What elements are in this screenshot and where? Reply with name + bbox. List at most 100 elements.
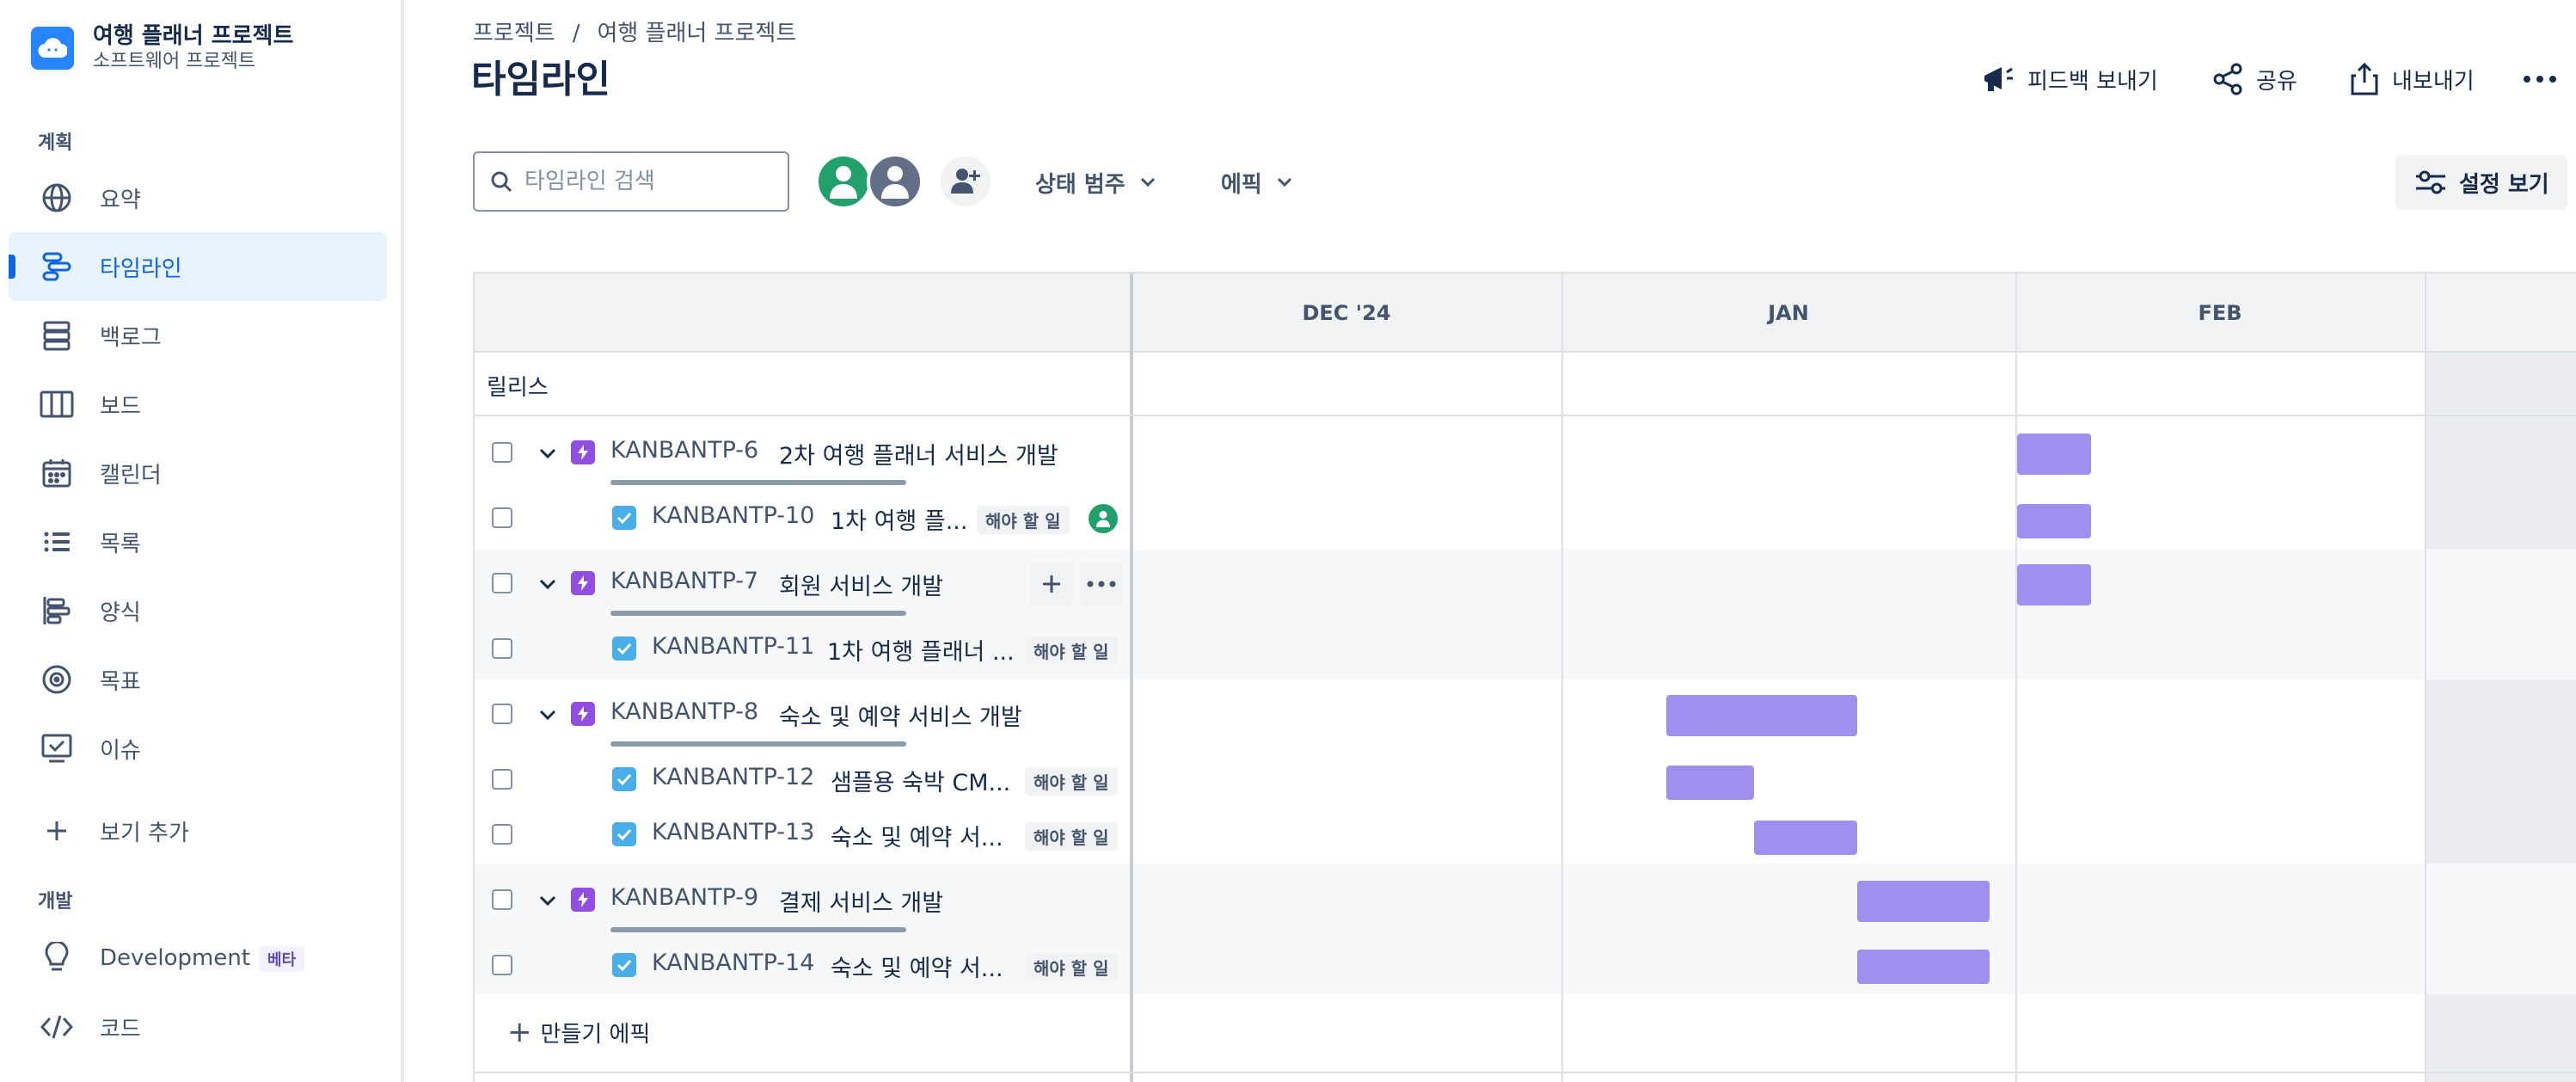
view-settings-button[interactable]: 설정 보기 — [2395, 155, 2567, 210]
task-icon — [612, 953, 636, 977]
chevron-down-icon[interactable] — [538, 578, 557, 590]
timeline-bar-kanbantp-14[interactable] — [1857, 950, 1990, 984]
issue-key[interactable]: KANBANTP-7 — [610, 568, 758, 594]
more-icon — [1087, 581, 1116, 587]
timeline-bar-kanbantp-7[interactable] — [2017, 564, 2091, 606]
row-checkbox[interactable] — [492, 955, 512, 975]
chevron-down-icon[interactable] — [538, 894, 557, 907]
month-gridline — [2425, 274, 2426, 1082]
sidebar-item-backlog[interactable]: 백로그 — [9, 301, 387, 370]
breadcrumb-projects[interactable]: 프로젝트 — [473, 21, 555, 46]
feedback-button[interactable]: 피드백 보내기 — [1981, 57, 2158, 101]
row-checkbox[interactable] — [492, 769, 512, 790]
page-title: 타임라인 — [471, 58, 610, 101]
add-view-button[interactable]: 보기 추가 — [9, 796, 387, 865]
timeline-bar-kanbantp-9[interactable] — [1857, 881, 1990, 922]
issue-summary: 회원 서비스 개발 — [779, 574, 944, 600]
sidebar-item-calendar[interactable]: 캘린더 — [9, 439, 387, 507]
code-icon — [40, 1010, 74, 1044]
issue-summary: 1차 여행 플... — [831, 508, 968, 535]
issue-summary: 1차 여행 플래너 ... — [827, 639, 1015, 666]
sidebar-item-list[interactable]: 목록 — [9, 507, 387, 576]
status-badge[interactable]: 해야 할 일 — [1025, 636, 1118, 665]
row-checkbox[interactable] — [492, 824, 512, 845]
epic-filter[interactable]: 에픽 — [1221, 162, 1293, 203]
sidebar-item-goals[interactable]: 목표 — [9, 645, 387, 714]
export-icon — [2351, 62, 2378, 95]
breadcrumb-project[interactable]: 여행 플래너 프로젝트 — [597, 21, 796, 46]
more-actions-button[interactable] — [2523, 57, 2569, 101]
epic-icon — [571, 571, 595, 595]
timeline-bar-kanbantp-12[interactable] — [1666, 765, 1754, 800]
epic-progress-bar — [610, 611, 906, 616]
share-icon — [2213, 63, 2242, 95]
row-divider — [475, 1072, 2576, 1073]
row-checkbox[interactable] — [492, 507, 512, 528]
add-people-button[interactable] — [937, 153, 994, 210]
issue-key[interactable]: KANBANTP-11 — [652, 633, 814, 660]
user-icon — [881, 166, 909, 199]
globe-icon — [40, 181, 74, 215]
epic-progress-bar — [610, 927, 906, 932]
row-checkbox[interactable] — [492, 442, 512, 463]
search-input[interactable] — [524, 169, 774, 194]
row-checkbox[interactable] — [492, 889, 512, 910]
status-badge[interactable]: 해야 할 일 — [1025, 767, 1118, 796]
sidebar-item-development[interactable]: Development 베타 — [9, 924, 387, 993]
sidebar-item-board[interactable]: 보드 — [9, 370, 387, 439]
share-button[interactable]: 공유 — [2211, 57, 2297, 101]
status-category-filter[interactable]: 상태 범주 — [1035, 162, 1156, 203]
app-root: 여행 플래너 프로젝트 소프트웨어 프로젝트 계획 요약 타임라인 백로그 보드… — [0, 0, 2576, 1082]
add-child-issue-button[interactable] — [1030, 563, 1073, 606]
sidebar-item-forms[interactable]: 양식 — [9, 576, 387, 645]
feedback-label: 피드백 보내기 — [2027, 68, 2158, 95]
sidebar-item-label: 백로그 — [100, 324, 162, 351]
sidebar-item-label: 목표 — [100, 668, 141, 695]
timeline-bar-kanbantp-10[interactable] — [2017, 504, 2091, 538]
timeline-icon — [40, 249, 74, 284]
sidebar-item-summary[interactable]: 요약 — [9, 163, 387, 232]
issue-key[interactable]: KANBANTP-14 — [652, 950, 814, 976]
issue-key[interactable]: KANBANTP-9 — [610, 884, 758, 911]
status-badge[interactable]: 해야 할 일 — [1025, 953, 1118, 981]
status-filter-label: 상태 범주 — [1035, 171, 1125, 198]
issue-key[interactable]: KANBANTP-6 — [610, 437, 758, 464]
timeline-header: DEC '24 JAN FEB — [475, 274, 2576, 353]
issue-key[interactable]: KANBANTP-8 — [610, 698, 758, 725]
target-icon — [40, 662, 74, 697]
timeline-bar-kanbantp-6[interactable] — [2017, 433, 2091, 475]
row-checkbox[interactable] — [492, 704, 512, 724]
issue-key[interactable]: KANBANTP-10 — [652, 502, 814, 529]
timeline-bar-kanbantp-13[interactable] — [1754, 821, 1857, 855]
issue-key[interactable]: KANBANTP-13 — [652, 819, 814, 845]
chevron-down-icon[interactable] — [538, 709, 557, 721]
assignee-avatar[interactable] — [1089, 504, 1118, 533]
chevron-down-icon[interactable] — [538, 447, 557, 459]
sidebar-item-code[interactable]: 코드 — [9, 993, 387, 1061]
timeline-bar-kanbantp-8[interactable] — [1666, 695, 1857, 736]
lightbulb-icon — [40, 941, 74, 975]
export-label: 내보내기 — [2392, 68, 2475, 95]
avatar-filter-user-1[interactable] — [815, 153, 872, 210]
project-logo-icon — [31, 27, 74, 70]
issue-key[interactable]: KANBANTP-12 — [652, 764, 814, 790]
breadcrumb-separator: / — [572, 21, 580, 46]
sidebar-item-timeline[interactable]: 타임라인 — [9, 232, 387, 301]
plus-icon: + — [507, 1015, 532, 1049]
sidebar-item-issues[interactable]: 이슈 — [9, 714, 387, 783]
create-epic-button[interactable]: + 만들기 에픽 — [507, 1015, 650, 1049]
status-badge[interactable]: 해야 할 일 — [977, 506, 1070, 534]
export-button[interactable]: 내보내기 — [2349, 57, 2475, 101]
row-checkbox[interactable] — [492, 573, 512, 593]
project-type: 소프트웨어 프로젝트 — [93, 51, 256, 72]
status-badge[interactable]: 해야 할 일 — [1025, 822, 1118, 851]
epic-filter-label: 에픽 — [1221, 171, 1262, 198]
avatar-filter-user-2[interactable] — [867, 153, 923, 210]
view-settings-label: 설정 보기 — [2459, 171, 2549, 198]
section-label-plan: 계획 — [38, 132, 73, 154]
row-checkbox[interactable] — [492, 638, 512, 659]
section-label-dev: 개발 — [38, 891, 73, 913]
project-header[interactable]: 여행 플래너 프로젝트 소프트웨어 프로젝트 — [31, 22, 293, 74]
row-more-button[interactable] — [1080, 563, 1123, 606]
issues-icon — [40, 731, 74, 765]
